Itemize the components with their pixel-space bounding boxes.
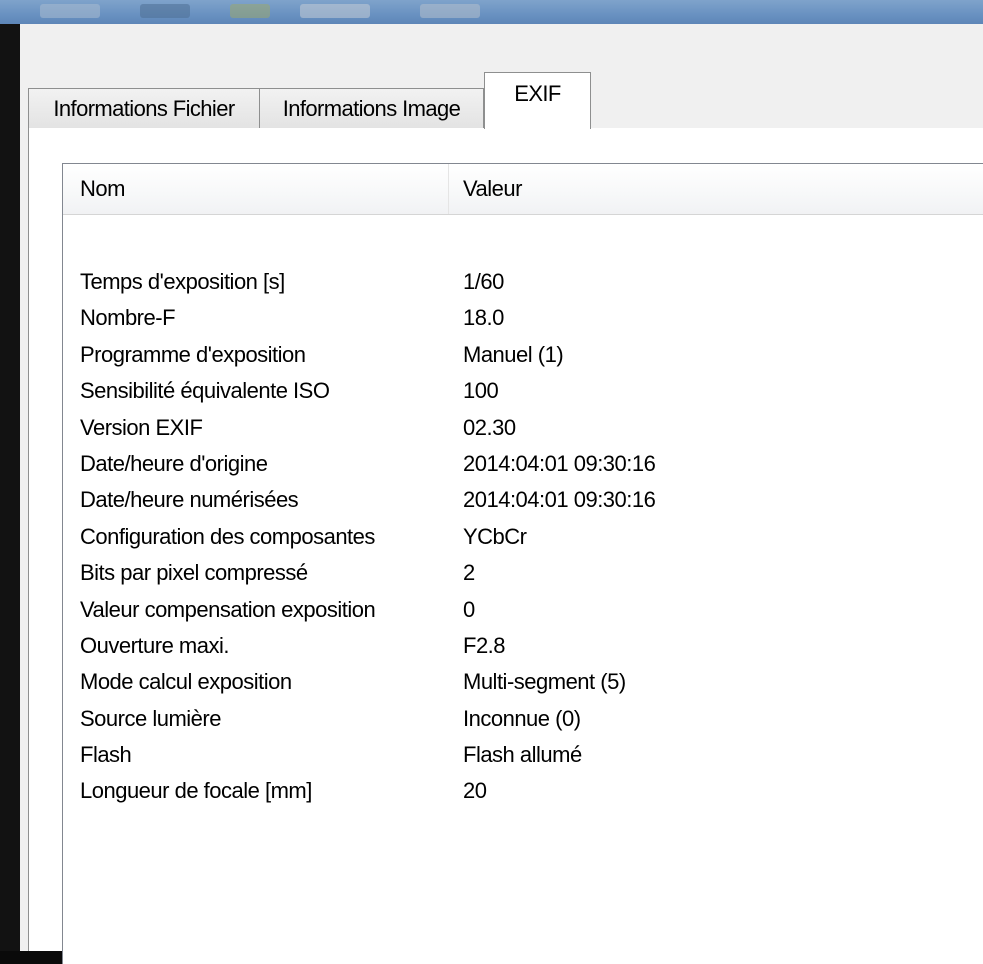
list-item[interactable]: Bits par pixel compressé 2	[63, 555, 983, 591]
item-name: Mode calcul exposition	[80, 669, 292, 695]
titlebar-blur	[420, 4, 480, 18]
item-name: Version EXIF	[80, 414, 203, 440]
item-value: 2014:04:01 09:30:16	[463, 487, 656, 513]
item-name: Source lumière	[80, 705, 221, 731]
column-header-label: Valeur	[463, 176, 522, 201]
item-name: Programme d'exposition	[80, 341, 306, 367]
item-value: Inconnue (0)	[463, 705, 581, 731]
item-value: Multi-segment (5)	[463, 669, 626, 695]
list-item[interactable]: Configuration des composantes YCbCr	[63, 519, 983, 555]
list-item[interactable]: Nombre-F 18.0	[63, 300, 983, 336]
item-name: Temps d'exposition [s]	[80, 269, 285, 294]
list-item[interactable]: Temps d'exposition [s] 1/60	[63, 264, 983, 300]
item-value: 0	[463, 596, 475, 622]
item-value: 2014:04:01 09:30:16	[463, 450, 656, 476]
item-value: Manuel (1)	[463, 341, 564, 367]
tab-content-exif: Nom Valeur Temps d'exposition [s] 1/60 No…	[28, 128, 983, 964]
item-value: 1/60	[463, 269, 504, 294]
item-name: Valeur compensation exposition	[80, 596, 376, 622]
tab-exif[interactable]: EXIF	[484, 72, 591, 129]
list-item[interactable]: Longueur de focale [mm] 20	[63, 773, 983, 809]
item-name: Flash	[80, 742, 132, 768]
list-item[interactable]: Sensibilité équivalente ISO 100	[63, 373, 983, 409]
tab-informations-image[interactable]: Informations Image	[259, 88, 484, 128]
item-value: 02.30	[463, 414, 516, 440]
list-item[interactable]: Ouverture maxi. F2.8	[63, 628, 983, 664]
list-item[interactable]: Version EXIF 02.30	[63, 410, 983, 446]
list-item[interactable]: Valeur compensation exposition 0	[63, 592, 983, 628]
item-name: Nombre-F	[80, 305, 176, 331]
exif-list[interactable]: Nom Valeur Temps d'exposition [s] 1/60 No…	[62, 163, 983, 964]
item-name: Ouverture maxi.	[80, 632, 230, 658]
item-name: Date/heure d'origine	[80, 450, 268, 476]
item-value: Flash allumé	[463, 742, 582, 768]
list-header: Nom Valeur	[63, 164, 983, 215]
column-header-value[interactable]: Valeur	[449, 164, 983, 214]
properties-panel: Informations Fichier Informations Image …	[20, 24, 983, 964]
item-value: 18.0	[463, 305, 504, 331]
titlebar-blur	[230, 4, 270, 18]
list-item[interactable]: Source lumière Inconnue (0)	[63, 701, 983, 737]
item-name: Bits par pixel compressé	[80, 560, 308, 586]
window-titlebar	[0, 0, 983, 24]
item-value: YCbCr	[463, 523, 527, 549]
list-item[interactable]: Date/heure d'origine 2014:04:01 09:30:16	[63, 446, 983, 482]
list-rows: Temps d'exposition [s] 1/60 Nombre-F 18.0 …	[63, 264, 983, 810]
item-name: Date/heure numérisées	[80, 487, 299, 513]
titlebar-blur	[300, 4, 370, 18]
item-name: Sensibilité équivalente ISO	[80, 378, 330, 404]
column-header-label: Nom	[80, 176, 125, 201]
tab-strip: Informations Fichier Informations Image …	[28, 48, 983, 129]
window-edge	[0, 24, 20, 951]
tab-label: EXIF	[514, 81, 561, 106]
tab-label: Informations Fichier	[53, 95, 235, 121]
titlebar-blur	[40, 4, 100, 18]
list-item[interactable]: Flash Flash allumé	[63, 737, 983, 773]
list-item[interactable]: Mode calcul exposition Multi-segment (5)	[63, 664, 983, 700]
tab-informations-fichier[interactable]: Informations Fichier	[28, 88, 260, 128]
item-value: 100	[463, 378, 499, 404]
item-value: F2.8	[463, 632, 506, 658]
column-header-name[interactable]: Nom	[63, 164, 449, 214]
item-value: 20	[463, 778, 487, 804]
item-name: Configuration des composantes	[80, 523, 375, 549]
tab-label: Informations Image	[282, 95, 461, 121]
list-item[interactable]: Date/heure numérisées 2014:04:01 09:30:16	[63, 482, 983, 518]
item-value: 2	[463, 560, 475, 586]
list-item[interactable]: Programme d'exposition Manuel (1)	[63, 337, 983, 373]
titlebar-blur	[140, 4, 190, 18]
item-name: Longueur de focale [mm]	[80, 778, 312, 804]
